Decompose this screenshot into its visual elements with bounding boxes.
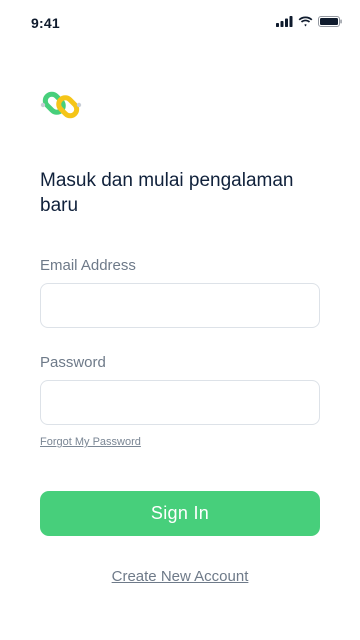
sign-in-button[interactable]: Sign In [40, 491, 320, 536]
status-icons [276, 16, 342, 27]
email-label: Email Address [40, 257, 136, 274]
login-screen: 9:41 Masuk dan mulai pengalaman baru Ema… [0, 0, 360, 640]
password-label: Password [40, 354, 106, 371]
page-title: Masuk dan mulai pengalaman baru [40, 170, 294, 216]
forgot-password-link[interactable]: Forgot My Password [40, 436, 141, 448]
status-time: 9:41 [31, 15, 60, 31]
chain-link-logo-icon [39, 83, 83, 127]
create-account-link[interactable]: Create New Account [0, 568, 360, 585]
password-field[interactable] [40, 380, 320, 425]
wifi-icon [298, 16, 313, 27]
status-bar: 9:41 [0, 0, 360, 44]
battery-icon [318, 16, 342, 27]
email-field[interactable] [40, 283, 320, 328]
signal-icon [276, 16, 293, 27]
